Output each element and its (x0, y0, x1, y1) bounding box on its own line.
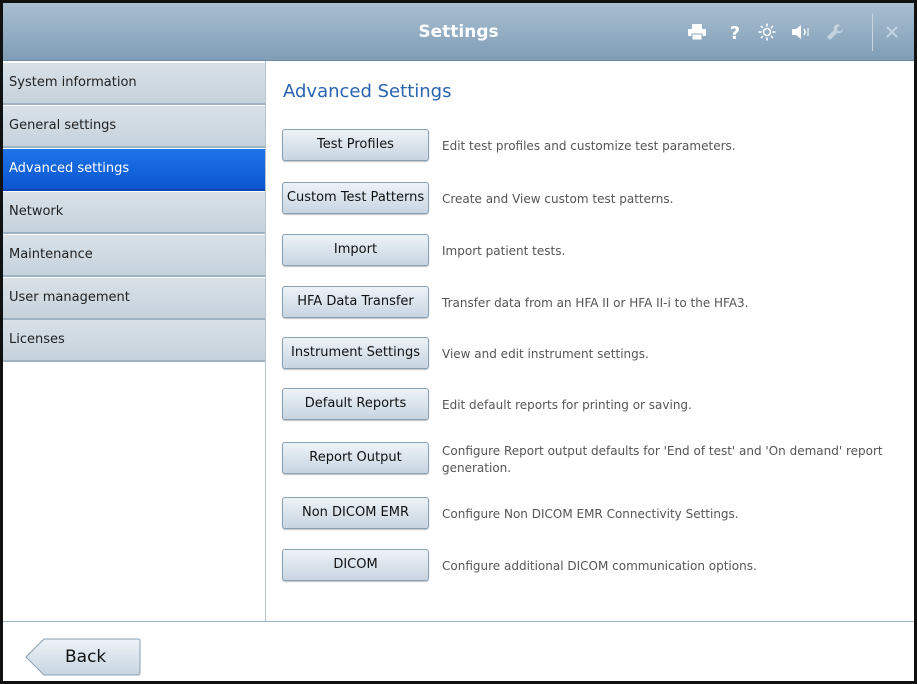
row-description: Configure Report output defaults for 'En… (442, 444, 883, 475)
settings-row: Test Profiles Edit test profiles and cus… (282, 129, 907, 163)
close-icon[interactable] (880, 20, 904, 44)
settings-row: Non DICOM EMR Configure Non DICOM EMR Co… (282, 497, 907, 531)
settings-row: Report Output Configure Report output de… (282, 442, 907, 476)
row-description: Configure additional DICOM communication… (442, 559, 757, 573)
title-bar: Settings ? (3, 3, 914, 61)
dicom-button[interactable]: DICOM (282, 549, 429, 581)
settings-row: Custom Test Patterns Create and View cus… (282, 182, 907, 216)
row-description: Edit default reports for printing or sav… (442, 398, 692, 412)
back-label: Back (65, 647, 107, 667)
page-title: Advanced Settings (283, 81, 452, 102)
sidebar-item-advanced-settings[interactable]: Advanced settings (3, 149, 265, 191)
bottom-bar: Back (3, 621, 914, 681)
sidebar-item-user-management[interactable]: User management (3, 278, 265, 320)
volume-icon[interactable] (789, 20, 813, 44)
settings-row: Default Reports Edit default reports for… (282, 388, 907, 422)
printer-icon[interactable] (685, 20, 709, 44)
sidebar-item-licenses[interactable]: Licenses (3, 320, 265, 362)
sidebar-item-network[interactable]: Network (3, 192, 265, 234)
settings-window: Settings ? System information General se… (0, 0, 917, 684)
row-description: Import patient tests. (442, 244, 566, 258)
toolbar-separator (872, 13, 873, 51)
non-dicom-emr-button[interactable]: Non DICOM EMR (282, 497, 429, 529)
instrument-settings-button[interactable]: Instrument Settings (282, 337, 429, 369)
svg-text:?: ? (730, 23, 740, 42)
brightness-icon[interactable] (755, 20, 779, 44)
row-description: Edit test profiles and customize test pa… (442, 139, 736, 153)
row-description: View and edit instrument settings. (442, 347, 649, 361)
hfa-data-transfer-button[interactable]: HFA Data Transfer (282, 286, 429, 318)
help-icon[interactable]: ? (723, 20, 747, 44)
settings-row: HFA Data Transfer Transfer data from an … (282, 286, 907, 320)
default-reports-button[interactable]: Default Reports (282, 388, 429, 420)
sidebar-item-general-settings[interactable]: General settings (3, 106, 265, 148)
custom-test-patterns-button[interactable]: Custom Test Patterns (282, 182, 429, 214)
row-description: Transfer data from an HFA II or HFA II-i… (442, 296, 749, 310)
wrench-icon[interactable] (823, 20, 847, 44)
settings-row: Import Import patient tests. (282, 234, 907, 268)
row-description: Create and View custom test patterns. (442, 192, 674, 206)
settings-sidebar: System information General settings Adva… (3, 61, 266, 621)
sidebar-item-maintenance[interactable]: Maintenance (3, 235, 265, 277)
sidebar-item-system-information[interactable]: System information (3, 63, 265, 105)
advanced-settings-panel: Advanced Settings Test Profiles Edit tes… (267, 61, 914, 621)
settings-row: Instrument Settings View and edit instru… (282, 337, 907, 371)
report-output-button[interactable]: Report Output (282, 442, 429, 474)
back-button[interactable]: Back (25, 638, 141, 676)
import-button[interactable]: Import (282, 234, 429, 266)
test-profiles-button[interactable]: Test Profiles (282, 129, 429, 161)
row-description: Configure Non DICOM EMR Connectivity Set… (442, 507, 739, 521)
settings-row: DICOM Configure additional DICOM communi… (282, 549, 907, 583)
